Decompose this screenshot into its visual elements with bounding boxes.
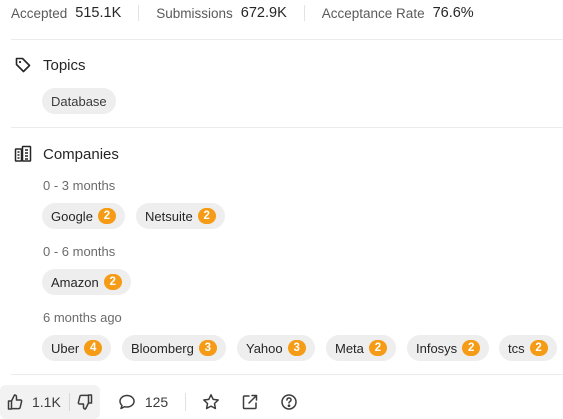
divider <box>11 39 563 40</box>
period-label: 0 - 6 months <box>43 244 116 259</box>
count-badge: 2 <box>197 208 216 224</box>
star-icon <box>202 393 220 411</box>
period-label: 0 - 3 months <box>43 178 116 193</box>
company-tag-google[interactable]: Google 2 <box>42 203 125 229</box>
share-button[interactable] <box>241 393 259 411</box>
count-badge: 2 <box>368 340 387 356</box>
downvote-button[interactable] <box>70 393 94 411</box>
company-tag-meta[interactable]: Meta 2 <box>326 335 396 361</box>
company-name: Netsuite <box>145 208 193 224</box>
topics-header[interactable]: Topics <box>14 56 86 74</box>
count-badge: 4 <box>84 340 103 356</box>
stat-value: 76.6% <box>432 5 474 21</box>
tag-icon <box>14 56 32 74</box>
company-name: Yahoo <box>246 340 283 356</box>
topic-tag-database[interactable]: Database <box>42 88 116 114</box>
stat-label: Acceptance Rate <box>321 5 425 21</box>
likes-count: 1.1K <box>32 394 61 410</box>
company-tag-uber[interactable]: Uber 4 <box>42 335 112 361</box>
topics-title: Topics <box>43 56 86 74</box>
thumbs-down-icon <box>76 393 94 411</box>
building-icon <box>14 145 32 163</box>
count-badge: 2 <box>97 208 116 224</box>
stat-submissions: Submissions 672.9K <box>156 5 287 21</box>
vote-group: 1.1K <box>0 385 100 419</box>
favorite-button[interactable] <box>202 393 220 411</box>
company-name: Bloomberg <box>131 340 194 356</box>
comments-button[interactable]: 125 <box>118 393 168 411</box>
company-name: Meta <box>335 340 364 356</box>
stat-label: Submissions <box>156 5 233 21</box>
company-tag-amazon[interactable]: Amazon 2 <box>42 269 131 295</box>
divider <box>11 374 563 375</box>
stat-value: 515.1K <box>75 5 122 21</box>
stat-label: Accepted <box>11 5 68 21</box>
companies-title: Companies <box>43 145 119 163</box>
help-button[interactable] <box>280 393 298 411</box>
footer-toolbar: 1.1K 125 <box>0 385 563 419</box>
companies-header[interactable]: Companies <box>14 145 119 163</box>
stats-bar: Accepted 515.1K Submissions 672.9K Accep… <box>11 0 474 26</box>
count-badge: 2 <box>529 340 548 356</box>
company-tag-netsuite[interactable]: Netsuite 2 <box>136 203 225 229</box>
company-tag-yahoo[interactable]: Yahoo 3 <box>237 335 315 361</box>
count-badge: 3 <box>198 340 217 356</box>
upvote-button[interactable]: 1.1K <box>6 393 69 411</box>
period-label: 6 months ago <box>43 310 122 325</box>
company-name: Uber <box>51 340 80 356</box>
count-badge: 2 <box>103 274 122 290</box>
divider <box>11 127 563 128</box>
stat-accepted: Accepted 515.1K <box>11 5 121 21</box>
company-name: Google <box>51 208 93 224</box>
share-icon <box>241 393 259 411</box>
company-tag-infosys[interactable]: Infosys 2 <box>407 335 490 361</box>
stat-acceptance-rate: Acceptance Rate 76.6% <box>322 5 474 21</box>
company-name: Amazon <box>51 274 99 290</box>
divider <box>185 393 187 411</box>
divider <box>138 5 140 21</box>
divider <box>303 5 305 21</box>
help-icon <box>280 393 298 411</box>
comment-icon <box>118 393 136 411</box>
company-name: Infosys <box>416 340 458 356</box>
company-tag-bloomberg[interactable]: Bloomberg 3 <box>122 335 226 361</box>
count-badge: 3 <box>287 340 306 356</box>
company-name: tcs <box>508 340 525 356</box>
count-badge: 2 <box>462 340 481 356</box>
thumbs-up-icon <box>6 393 24 411</box>
comments-count: 125 <box>144 394 169 410</box>
company-tag-tcs[interactable]: tcs 2 <box>499 335 557 361</box>
stat-value: 672.9K <box>240 5 287 21</box>
